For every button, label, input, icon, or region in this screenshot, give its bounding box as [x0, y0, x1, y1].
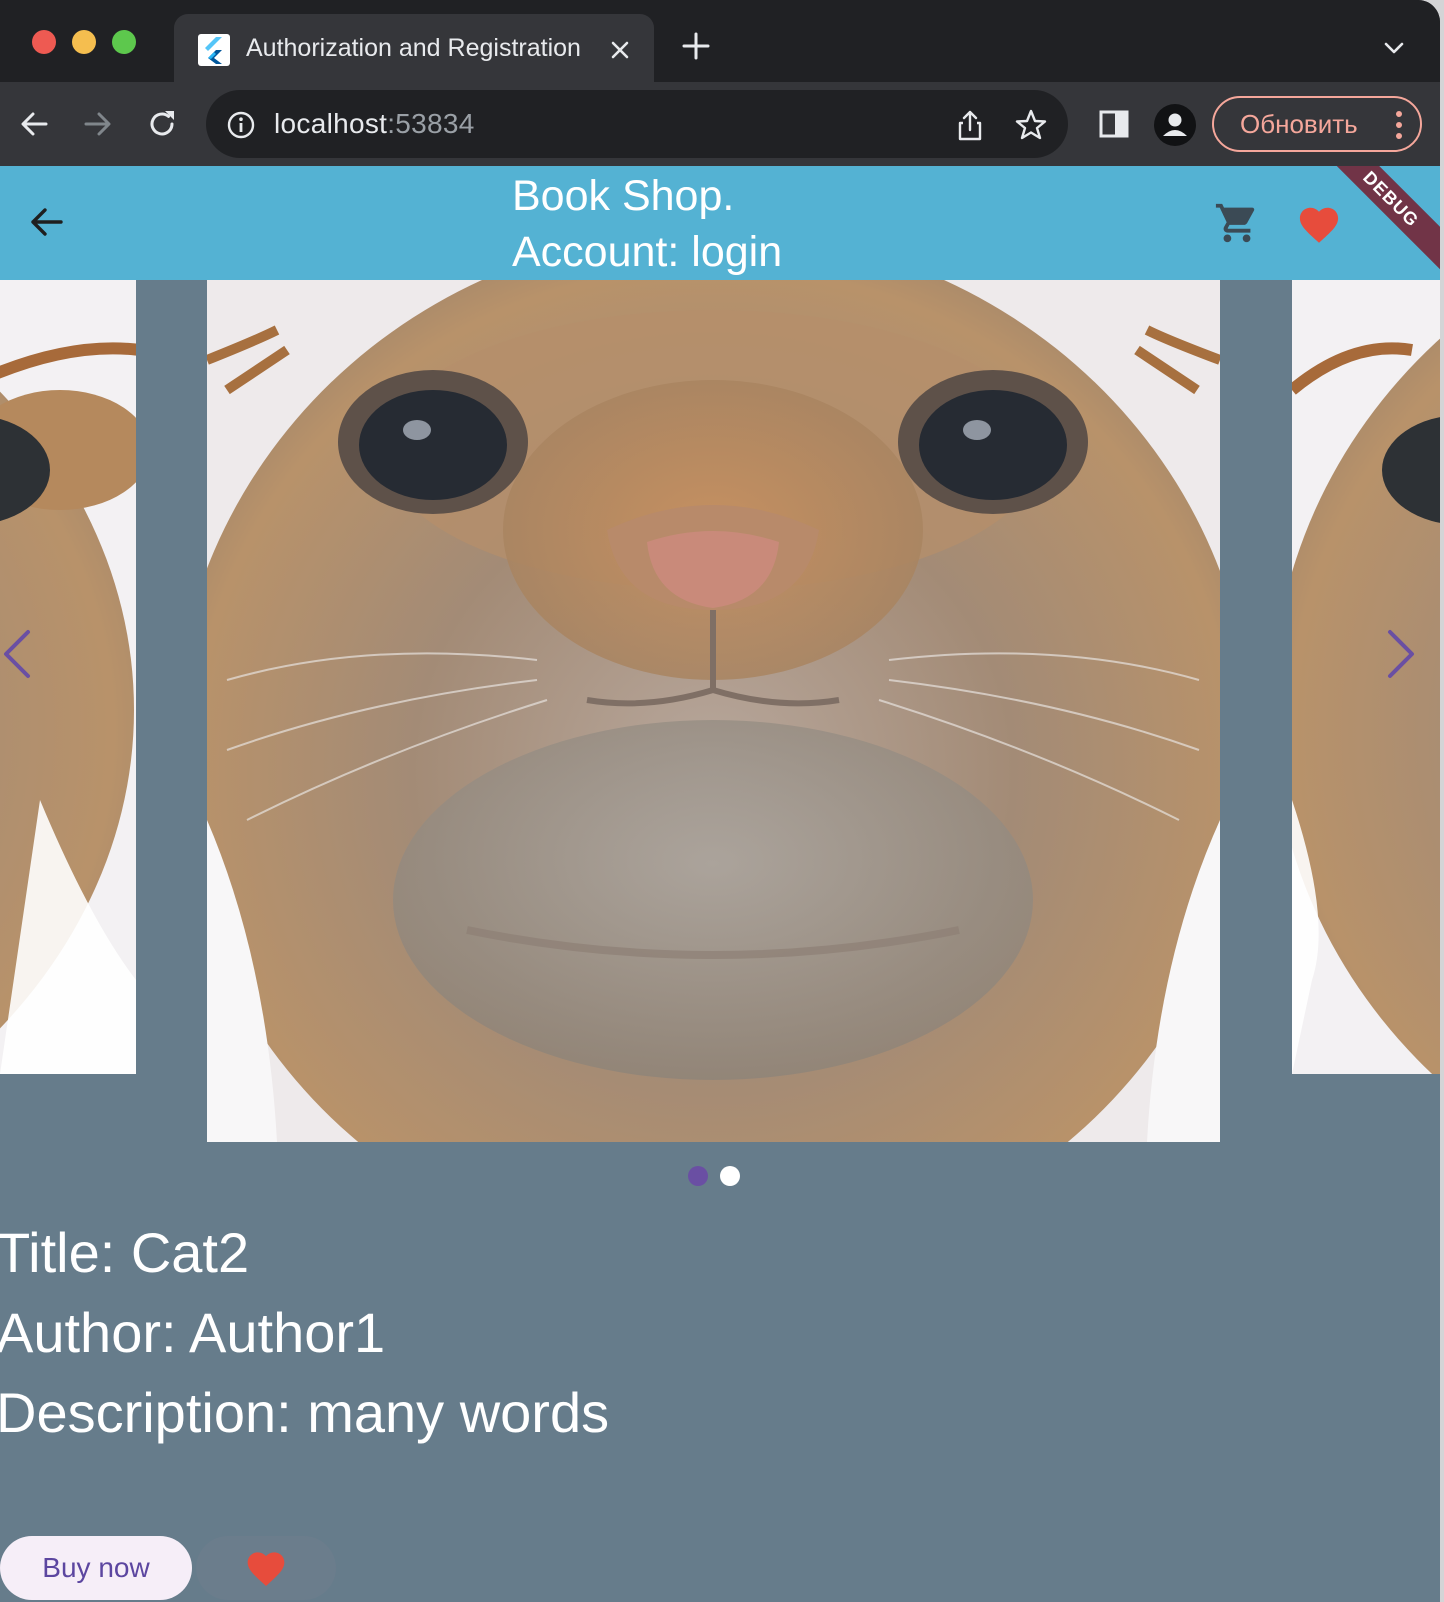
- app-bar-title: Book Shop. Account: login: [512, 168, 782, 280]
- url-port: :53834: [387, 108, 475, 139]
- app-back-arrow-icon[interactable]: [26, 202, 66, 242]
- carousel-next-chevron-icon[interactable]: [1378, 626, 1418, 682]
- profile-avatar-icon[interactable]: [1154, 104, 1196, 146]
- app-bar-title-line2: Account: login: [512, 228, 783, 276]
- share-icon[interactable]: [954, 108, 986, 142]
- browser-toolbar: localhost:53834 Обновить: [0, 82, 1440, 166]
- page-dot-active[interactable]: [688, 1166, 708, 1186]
- book-description: Description: many words: [0, 1381, 610, 1444]
- window-maximize-button[interactable]: [112, 30, 136, 54]
- buy-now-label: Buy now: [42, 1552, 150, 1583]
- browser-window: Authorization and Registration localhost…: [0, 0, 1440, 1602]
- window-close-button[interactable]: [32, 30, 56, 54]
- heart-icon: [247, 1552, 285, 1586]
- book-author: Author: Author1: [0, 1301, 386, 1364]
- forward-arrow-icon[interactable]: [80, 106, 116, 142]
- site-info-icon[interactable]: [226, 110, 256, 140]
- more-menu-dots-icon[interactable]: [1394, 110, 1404, 140]
- app-bar-title-line1: Book Shop.: [512, 172, 735, 220]
- update-browser-button[interactable]: Обновить: [1212, 96, 1422, 152]
- app-bar: Book Shop. Account: login DEBUG: [0, 166, 1440, 280]
- url-text: localhost:53834: [274, 108, 475, 140]
- tab-strip: Authorization and Registration: [0, 0, 1440, 82]
- flutter-favicon-icon: [198, 34, 230, 66]
- shopping-cart-icon[interactable]: [1214, 200, 1260, 246]
- book-title: Title: Cat2: [0, 1221, 250, 1284]
- app-viewport: Book Shop. Account: login DEBUG Title: C…: [0, 166, 1440, 1602]
- side-panel-icon[interactable]: [1096, 106, 1132, 142]
- page-dot[interactable]: [720, 1166, 740, 1186]
- back-arrow-icon[interactable]: [16, 106, 52, 142]
- window-minimize-button[interactable]: [72, 30, 96, 54]
- buy-now-button[interactable]: Buy now: [0, 1536, 192, 1600]
- tab-search-chevron-down-icon[interactable]: [1382, 36, 1406, 60]
- carousel-page-indicator: [688, 1166, 748, 1188]
- favorites-heart-icon[interactable]: [1296, 202, 1342, 244]
- reload-icon[interactable]: [144, 106, 180, 142]
- add-to-favorites-button[interactable]: [196, 1536, 336, 1600]
- carousel-slide-current[interactable]: [207, 280, 1220, 1142]
- close-tab-icon[interactable]: [606, 36, 634, 64]
- cat-photo-main: [207, 280, 1220, 1142]
- address-bar[interactable]: localhost:53834: [206, 90, 1068, 158]
- browser-tab-active[interactable]: Authorization and Registration: [174, 14, 654, 82]
- tab-title: Authorization and Registration: [246, 34, 581, 62]
- url-host: localhost: [274, 108, 388, 139]
- update-button-label: Обновить: [1240, 108, 1358, 139]
- bookmark-star-icon[interactable]: [1014, 108, 1048, 142]
- carousel-prev-chevron-icon[interactable]: [0, 626, 40, 682]
- new-tab-plus-icon[interactable]: [680, 30, 712, 62]
- image-carousel[interactable]: [0, 280, 1440, 1160]
